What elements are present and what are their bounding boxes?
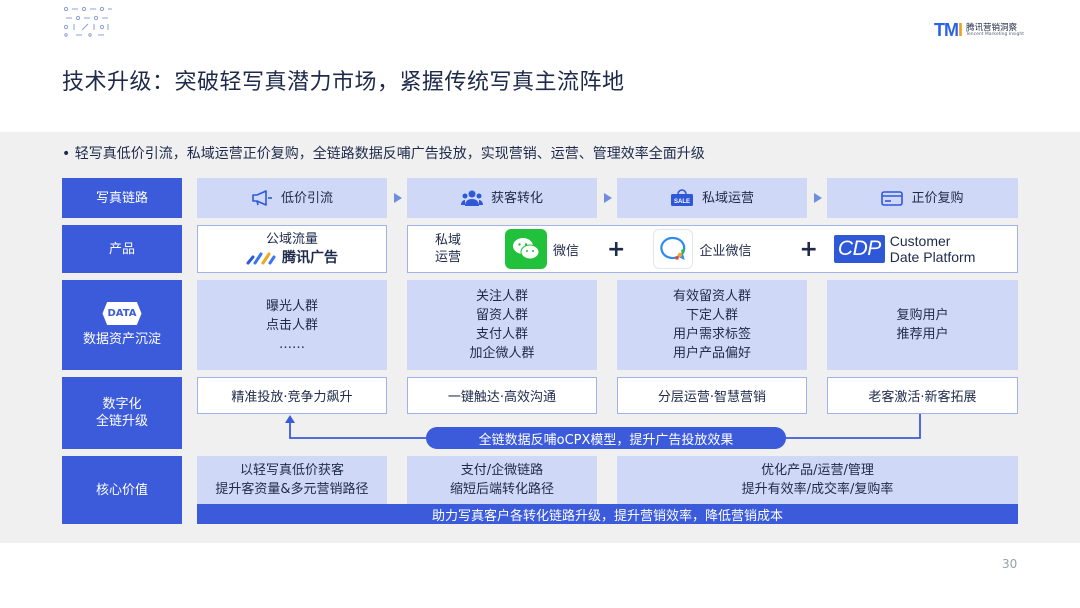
row-label-product: 产品 [62,225,182,273]
value-item: 提升有效率/成交率/复购率 [741,482,894,497]
tencent-ads-label: 腾讯广告 [282,250,338,266]
chain-arrow-1 [394,193,402,203]
value-item: 缩短后端转化路径 [449,482,554,497]
chain-step-low-price: 低价引流 [197,178,387,218]
row-label-value-text: 核心价值 [95,482,148,498]
data-item: 用户产品偏好 [672,346,751,361]
private-domain-line1: 私域 [435,233,462,248]
digital-cell-text: 分层运营·智慧营销 [657,390,767,405]
public-domain-label: 公域流量 [265,232,318,247]
private-domain-label: 私域 运营 [435,232,461,266]
value-col-2: 支付/企微链路 缩短后端转化路径 [407,456,597,504]
data-item: 点击人群 [265,317,318,333]
megaphone-icon [252,190,272,206]
wework-logo-icon [653,229,694,269]
feedback-pill: 全链数据反哺oCPX模型，提升广告投放效果 [426,427,786,449]
value-item: 以轻写真低价获客 [239,463,344,478]
page-number: 30 [1002,557,1018,571]
wework-label: 企业微信 [699,243,752,259]
chain-step-label: 正价复购 [911,190,964,206]
wechat-logo-icon [505,229,548,269]
value-item: 优化产品/运营/管理 [761,463,874,478]
cdp-logo-icon: CDP [833,235,885,263]
plus-sign-1: + [607,236,626,262]
tencent-ads-logo-icon [246,252,276,265]
brand-logo: TMI 腾讯营销洞察 Tencent Marketing Insight [934,20,1024,41]
row-label-product-text: 产品 [108,241,135,257]
value-item: 支付/企微链路 [460,463,544,478]
chain-step-private: SALE 私域运营 [617,178,807,218]
decorative-dot-pattern [63,6,112,37]
chain-step-repurchase: 正价复购 [827,178,1018,218]
digital-cell-text: 一键触达·高效沟通 [447,390,557,405]
cdp-line2: Date Platform [889,249,976,265]
chain-step-label: 低价引流 [280,190,333,206]
digital-cell-text: 精准投放·竞争力飙升 [231,390,353,405]
chain-arrow-2 [604,193,612,203]
data-badge-icon: DATA [102,302,142,325]
value-summary-bar: 助力写真客户各转化链路升级，提升营销效率，降低营销成本 [197,504,1018,524]
chain-step-acquire: 获客转化 [407,178,597,218]
data-item: 下定人群 [685,308,738,323]
row-label-digital-line1: 数字化 [102,397,142,412]
row-label-data-text: 数据资产沉淀 [82,332,161,347]
brand-mark: TMI [933,20,963,40]
row-label-value: 核心价值 [62,456,182,524]
brand-name-en: Tencent Marketing Insight [966,31,1024,37]
data-col-4: 复购用户 推荐用户 [827,280,1018,370]
data-item: 留资人群 [475,308,528,323]
data-item: 复购用户 [896,308,949,323]
data-item: 用户需求标签 [672,327,751,342]
product-private-domain: 私域 运营 微信 + 企业微信 + CDP Customer Date Plat… [407,225,1018,273]
data-item: 曝光人群 [265,298,318,314]
digital-cell-3: 分层运营·智慧营销 [617,377,807,414]
row-label-data: DATA 数据资产沉淀 [62,280,182,370]
chain-arrow-3 [814,193,822,203]
row-label-digital-line2: 全链升级 [95,414,148,429]
row-label-chain: 写真链路 [62,178,182,218]
digital-cell-1: 精准投放·竞争力飙升 [197,377,387,414]
value-col-1: 以轻写真低价获客 提升客资量&多元营销路径 [197,456,387,504]
data-item: 关注人群 [475,289,528,304]
summary-bullet: • 轻写真低价引流，私域运营正价复购，全链路数据反哺广告投放，实现营销、运营、管… [62,146,705,162]
svg-text:SALE: SALE [674,199,690,205]
digital-cell-4: 老客激活·新客拓展 [827,377,1018,414]
row-label-chain-text: 写真链路 [95,190,148,206]
value-item: 提升客资量&多元营销路径 [215,482,369,497]
sale-bag-icon: SALE [670,189,693,206]
data-col-2: 关注人群 留资人群 支付人群 加企微人群 [407,280,597,370]
digital-cell-text: 老客激活·新客拓展 [868,390,977,405]
plus-sign-2: + [799,236,818,262]
chain-step-label: 获客转化 [490,190,543,206]
digital-cell-2: 一键触达·高效沟通 [407,377,597,414]
data-item: 推荐用户 [896,327,949,342]
users-icon [460,190,483,206]
data-item: 支付人群 [475,327,528,342]
cdp-line1: Customer [889,233,951,249]
data-item: 加企微人群 [469,346,535,361]
cdp-label: Customer Date Platform [890,233,976,265]
data-item: …… [279,336,305,352]
private-domain-line2: 运营 [435,250,462,265]
card-icon [881,191,904,206]
product-public-domain: 公域流量 腾讯广告 [197,225,387,273]
value-col-3: 优化产品/运营/管理 提升有效率/成交率/复购率 [617,456,1018,504]
slide-title: 技术升级：突破轻写真潜力市场，紧握传统写真主流阵地 [62,70,625,95]
chain-step-label: 私域运营 [701,190,754,206]
wechat-label: 微信 [553,243,580,259]
data-item: 有效留资人群 [672,289,751,304]
row-label-digital: 数字化 全链升级 [62,377,182,449]
slide: TMI 腾讯营销洞察 Tencent Marketing Insight 技术升… [0,0,1080,608]
data-col-3: 有效留资人群 下定人群 用户需求标签 用户产品偏好 [617,280,807,370]
data-col-1: 曝光人群 点击人群 …… [197,280,387,370]
